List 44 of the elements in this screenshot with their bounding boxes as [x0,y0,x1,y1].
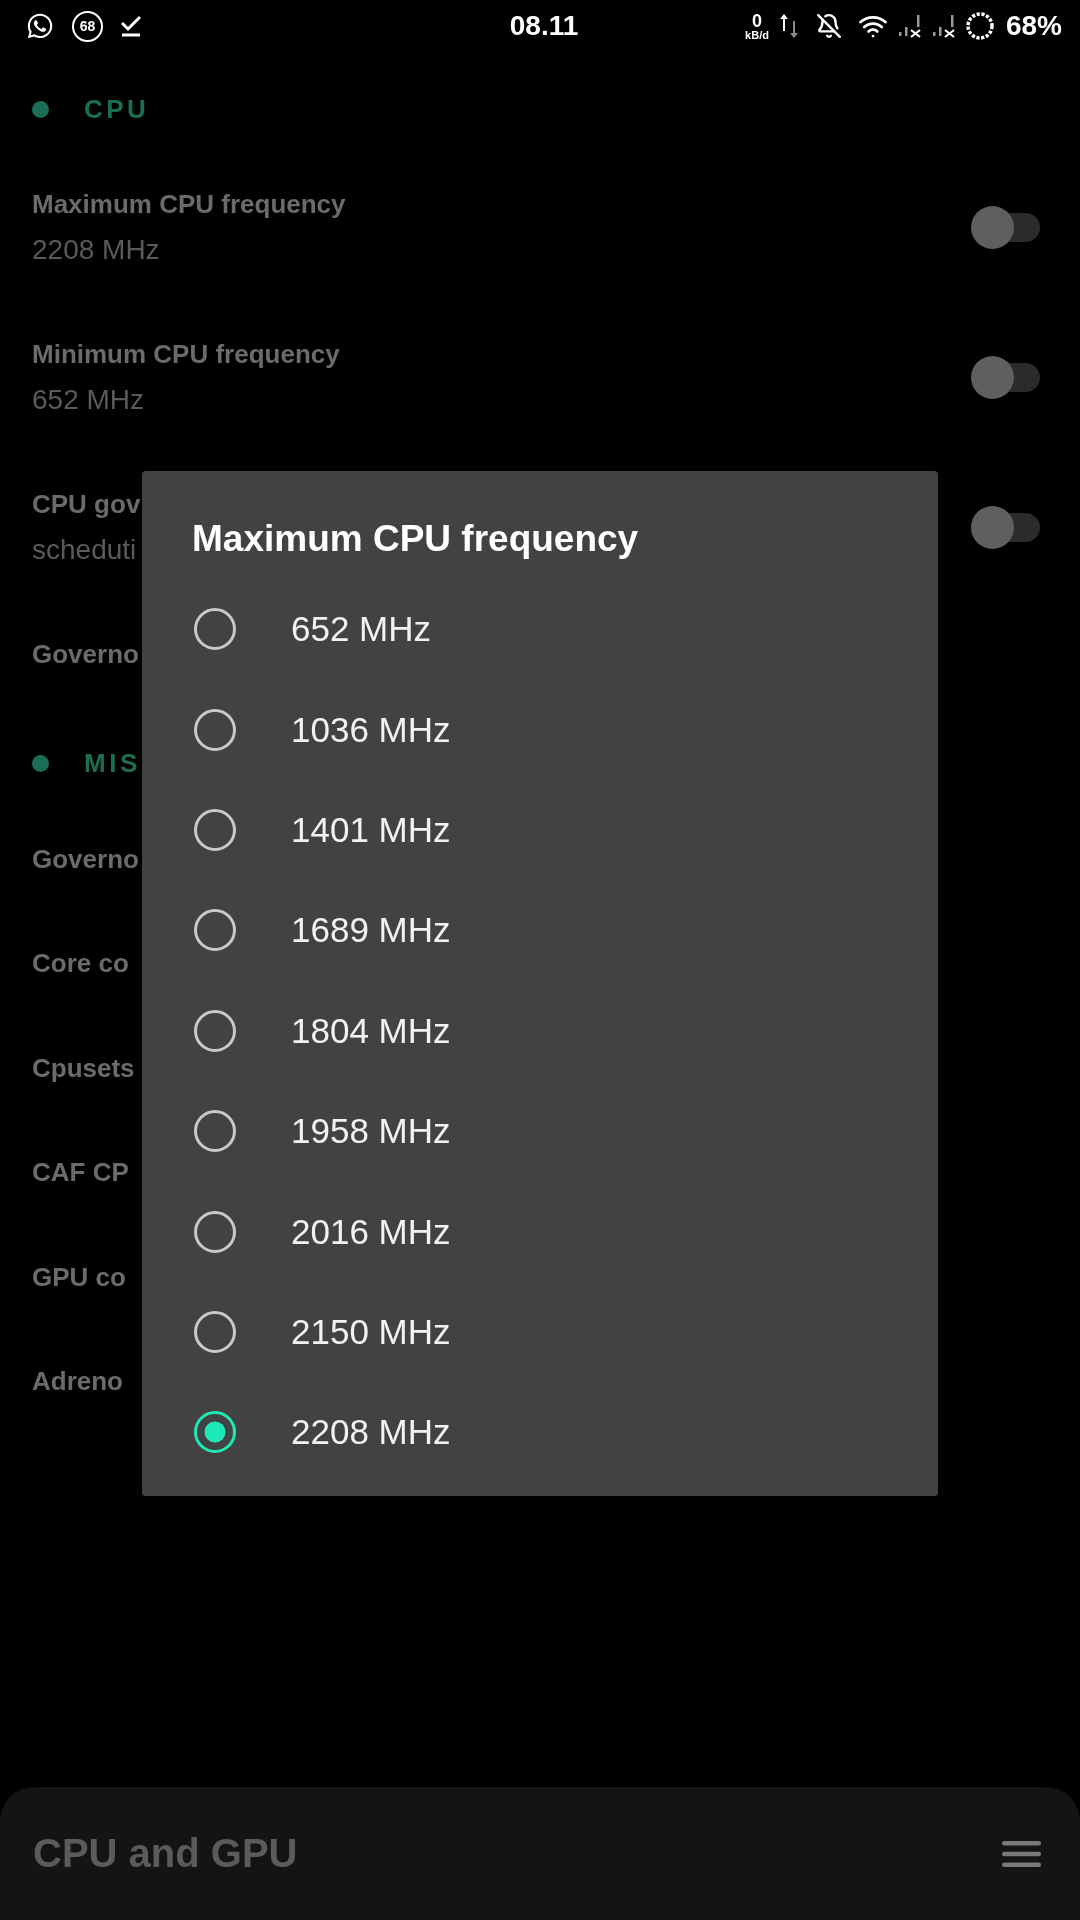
setting-title: Maximum CPU frequency [32,188,346,221]
section-title: MIS [84,748,141,779]
app-title: CPU and GPU [33,1831,298,1876]
setting-title: Adreno [32,1365,123,1399]
section-title: CPU [84,93,150,125]
check-underline-icon [121,15,141,37]
frequency-option[interactable]: 1958 MHz [142,1080,938,1182]
setting-title: Governo [32,842,139,876]
setting-value: 652 MHz [32,383,145,417]
battery-percent: 68% [1005,10,1062,42]
up-down-arrows-icon [778,13,800,39]
frequency-option[interactable]: 1036 MHz [142,679,938,780]
setting-title: GPU co [32,1260,126,1294]
toggle-switch[interactable] [971,505,1040,549]
dashed-ring-icon [965,12,994,40]
setting-title: CAF CP [32,1156,129,1190]
setting-title: CPU gov [32,488,141,521]
signal-x-icon [897,14,922,38]
setting-title: Governo [32,638,139,672]
setting-title: Minimum CPU frequency [32,338,340,371]
notification-count-badge: 68 [72,10,103,42]
frequency-option[interactable]: 2208 MHz [142,1382,938,1483]
frequency-option[interactable]: 1689 MHz [142,880,938,981]
signal-x-icon [931,14,956,38]
toggle-switch[interactable] [971,205,1040,249]
phone-bubble-icon [26,12,54,40]
toggle-switch[interactable] [971,355,1040,399]
dialog-title: Maximum CPU frequency [192,517,639,561]
net-speed-unit: kB/d [745,29,769,41]
frequency-option[interactable]: 1401 MHz [142,779,938,881]
setting-title: Cpusets [32,1051,135,1085]
frequency-option[interactable]: 2150 MHz [142,1281,938,1383]
bell-off-icon [815,13,842,39]
frequency-option[interactable]: 652 MHz [142,579,938,680]
dot-icon [32,100,49,118]
setting-value: scheduti [32,533,137,567]
clock-time: 08.11 [509,10,579,42]
setting-value: 2208 MHz [32,233,160,267]
net-speed-value: 0 [752,11,763,30]
setting-title: Core co [32,947,129,981]
dot-icon [32,755,49,772]
frequency-option[interactable]: 2016 MHz [142,1181,938,1282]
frequency-option[interactable]: 1804 MHz [142,980,938,1081]
menu-icon[interactable] [1002,1840,1041,1867]
